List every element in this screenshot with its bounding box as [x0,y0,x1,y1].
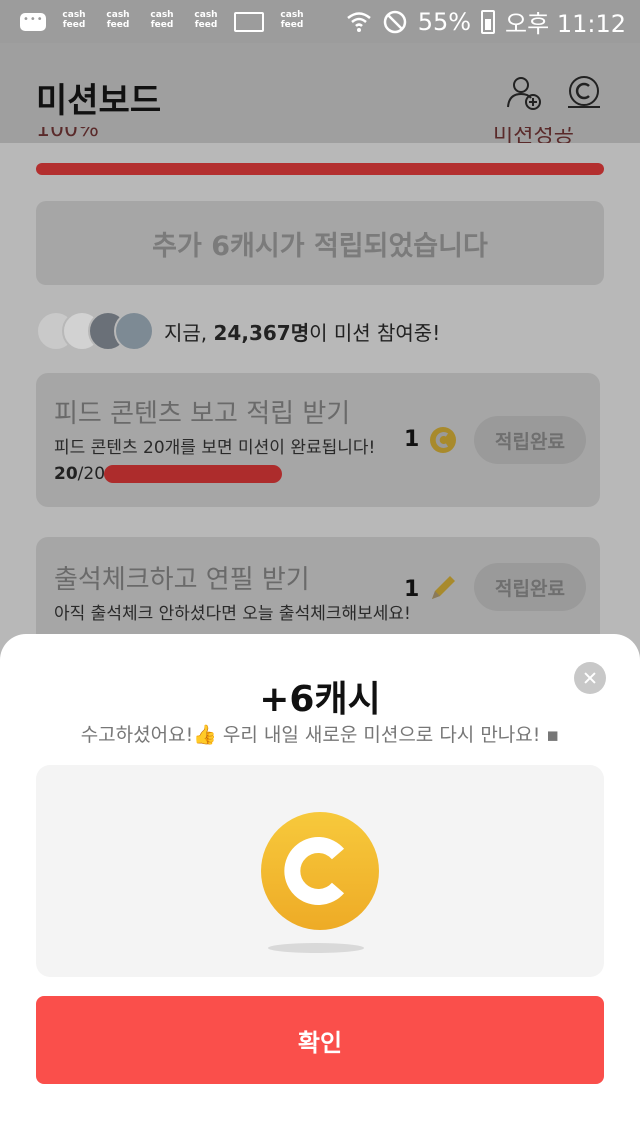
mission-count: 20/20 [54,464,106,484]
avatar [114,311,154,351]
cashfeed-notification-icon: cash feed [280,9,304,30]
mission-description: 아직 출석체크 안하셨다면 오늘 출석체크해보세요! [54,604,411,624]
coin-icon [261,812,379,930]
clock: 오후 11:12 [505,10,626,38]
battery-percent: 55% [417,7,472,36]
participants-row: 지금, 24,367명이 미션 참여중! [36,311,440,351]
message-icon [20,12,46,31]
do-not-disturb-icon [383,10,406,33]
mission-title: 출석체크하고 연필 받기 [54,565,310,595]
add-friend-icon[interactable] [504,73,544,113]
reward-title: +6캐시 [259,679,381,720]
mission-description: 피드 콘텐츠 20개를 보면 미션이 완료됩니다! [54,438,376,458]
cashfeed-notification-icon: cash feed [106,9,130,30]
confirm-button[interactable]: 확인 [36,996,604,1084]
reward-message: 수고하셨어요!👍 우리 내일 새로운 미션으로 다시 만나요! ▪ [80,724,560,746]
mission-progress-labels: 100% 미션성공 [36,127,604,143]
news-icon [234,11,264,32]
coin-shadow [268,943,364,953]
participants-text: 지금, 24,367명이 미션 참여중! [164,320,441,345]
bonus-banner: 추가 6캐시가 적립되었습니다 [36,201,604,285]
mission-complete-button[interactable]: 적립완료 [474,416,586,464]
mission-reward: 1 [404,577,420,602]
mission-card: 출석체크하고 연필 받기 아직 출석체크 안하셨다면 오늘 출석체크해보세요! … [36,537,600,647]
progress-percent: 100% [36,127,99,142]
mission-progress-bar [104,465,282,483]
mission-title: 피드 콘텐츠 보고 적립 받기 [54,399,351,429]
wifi-icon [346,11,371,32]
mission-progress-bar [36,163,604,175]
mission-complete-button[interactable]: 적립완료 [474,563,586,611]
progress-status: 미션성공 [493,127,574,143]
cashfeed-notification-icon: cash feed [62,9,86,30]
coin-icon [430,427,456,453]
mission-card: 피드 콘텐츠 보고 적립 받기 피드 콘텐츠 20개를 보면 미션이 완료됩니다… [36,373,600,507]
battery-icon [481,9,496,34]
participant-avatars [36,311,154,351]
page-title: 미션보드 [36,81,162,121]
cashfeed-notification-icon: cash feed [194,9,218,30]
coin-illustration-box [36,765,604,977]
reward-bottom-sheet: +6캐시 수고하셨어요!👍 우리 내일 새로운 미션으로 다시 만나요! ▪ 확… [0,634,640,1138]
cashfeed-notification-icon: cash feed [150,9,174,30]
pencil-icon [432,576,455,599]
mission-reward: 1 [404,427,420,452]
cash-history-icon[interactable] [564,73,604,113]
status-bar: cash feed cash feed cash feed cash feed … [0,0,640,43]
